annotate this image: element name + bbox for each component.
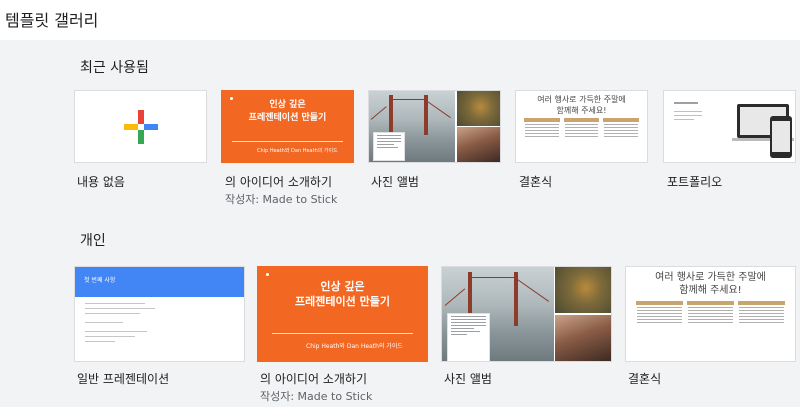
- thumb-subtitle: 함께해 주세요!: [556, 106, 607, 115]
- thumb-title: 인상 깊은: [269, 100, 306, 110]
- header-bar: 템플릿 갤러리: [0, 0, 800, 40]
- template-card-general[interactable]: 첫 번째 사항: [74, 266, 245, 362]
- thumb-divider: [232, 141, 343, 142]
- template-author-idea: 작성자: Made to Stick: [225, 193, 338, 206]
- template-card-idea-personal[interactable]: 인상 깊은 프레젠테이션 만들기 Chip Heath와 Dan Heath의 …: [257, 266, 428, 362]
- template-card-wedding[interactable]: 여러 행사로 가득한 주말에 함께해 주세요!: [515, 90, 648, 163]
- template-card-blank[interactable]: [74, 90, 207, 163]
- template-card-idea[interactable]: 인상 깊은 프레젠테이션 만들기 Chip Heath와 Dan Heath의 …: [221, 90, 354, 163]
- template-label-idea-personal[interactable]: 의 아이디어 소개하기: [260, 371, 367, 387]
- thumb-title: 여러 행사로 가득한 주말에: [537, 95, 626, 104]
- template-label-photo-album[interactable]: 사진 앨범: [371, 174, 419, 190]
- thumb-title: 여러 행사로 가득한 주말에: [655, 272, 766, 283]
- section-title-personal: 개인: [80, 233, 106, 249]
- plus-icon: [123, 109, 158, 144]
- template-label-portfolio[interactable]: 포트폴리오: [667, 174, 722, 190]
- thumb-author: Chip Heath와 Dan Heath의 가이드: [257, 148, 338, 154]
- leaf-photo: [456, 91, 500, 126]
- template-label-wedding-personal[interactable]: 결혼식: [628, 371, 661, 387]
- template-label-idea[interactable]: 의 아이디어 소개하기: [225, 174, 332, 190]
- template-label-photo-album-personal[interactable]: 사진 앨범: [444, 371, 492, 387]
- thumb-title: 인상 깊은: [320, 280, 365, 293]
- phone-icon: [770, 116, 792, 158]
- template-label-wedding[interactable]: 결혼식: [519, 174, 552, 190]
- template-label-general[interactable]: 일반 프레젠테이션: [77, 371, 169, 387]
- template-card-wedding-personal[interactable]: 여러 행사로 가득한 주말에 함께해 주세요!: [625, 266, 796, 362]
- event-columns: [522, 118, 641, 139]
- room-photo: [456, 127, 500, 162]
- leaf-photo: [555, 267, 611, 314]
- thumb-author: Chip Heath와 Dan Heath의 가이드: [306, 343, 403, 350]
- thumb-title: 첫 번째 사항: [84, 277, 116, 284]
- template-author-idea-personal: 작성자: Made to Stick: [260, 390, 373, 403]
- room-photo: [555, 314, 611, 361]
- caption-box: [373, 132, 405, 161]
- thumb-subtitle: 함께해 주세요!: [679, 285, 742, 296]
- template-label-blank[interactable]: 내용 없음: [77, 174, 125, 190]
- template-card-portfolio[interactable]: [663, 90, 796, 163]
- thumb-divider: [272, 333, 413, 334]
- thumb-subtitle: 프레젠테이션 만들기: [248, 113, 327, 123]
- caption-box: [447, 313, 490, 361]
- template-card-photo-album[interactable]: [368, 90, 501, 163]
- thumb-subtitle: 프레젠테이션 만들기: [295, 295, 390, 308]
- section-title-recent: 최근 사용됨: [80, 60, 149, 76]
- template-card-photo-album-personal[interactable]: [441, 266, 612, 362]
- page-title: 템플릿 갤러리: [5, 11, 99, 30]
- event-columns: [634, 301, 787, 325]
